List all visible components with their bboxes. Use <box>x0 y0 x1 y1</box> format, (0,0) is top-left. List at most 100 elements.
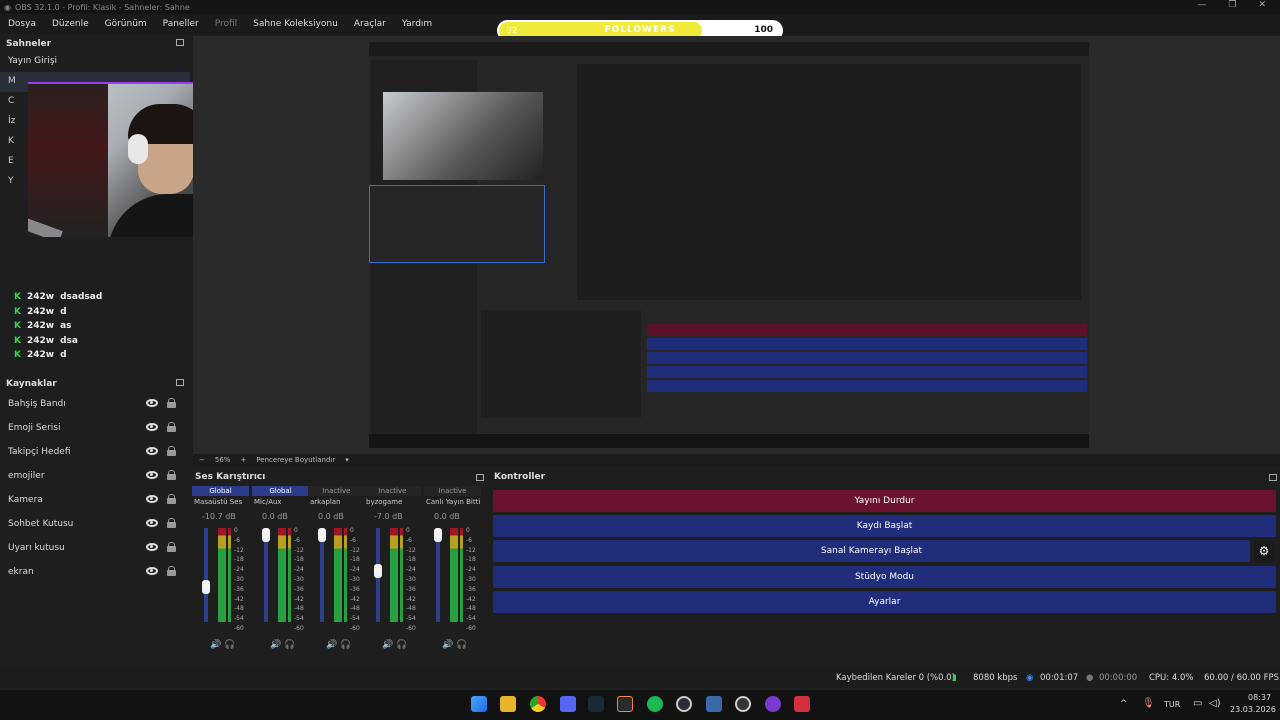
volume-slider[interactable] <box>320 528 324 622</box>
menu-help[interactable]: Yardım <box>402 19 432 29</box>
microphone-icon[interactable]: 🎙 <box>1142 698 1155 709</box>
lock-icon[interactable] <box>167 542 176 552</box>
source-item[interactable]: emojiler <box>0 464 190 488</box>
scene-item[interactable]: Yayın Girişi <box>0 52 190 72</box>
lock-icon[interactable] <box>167 422 176 432</box>
volume-slider-handle[interactable] <box>202 580 210 594</box>
eye-icon[interactable] <box>146 447 158 455</box>
volume-slider[interactable] <box>436 528 440 622</box>
fps: 60.00 / 60.00 FPS <box>1204 673 1280 683</box>
headphones-icon[interactable]: 🎧 <box>340 640 351 650</box>
source-label: Emoji Serisi <box>8 423 61 433</box>
clock-date[interactable]: 23.03.2026 <box>1230 705 1276 714</box>
start-virtual-camera-button[interactable]: Sanal Kamerayı Başlat <box>493 540 1250 562</box>
settings-button[interactable]: Ayarlar <box>493 591 1276 613</box>
discord-icon[interactable] <box>560 696 576 712</box>
chevron-down-icon[interactable]: ▾ <box>345 456 349 464</box>
speaker-icon[interactable]: 🔊 <box>326 640 337 650</box>
lock-icon[interactable] <box>167 398 176 408</box>
undock-icon[interactable] <box>176 39 184 46</box>
eye-icon[interactable] <box>146 567 158 575</box>
meter-tick: -12 <box>406 546 416 554</box>
eye-icon[interactable] <box>146 543 158 551</box>
eye-icon[interactable] <box>146 423 158 431</box>
eye-icon[interactable] <box>146 495 158 503</box>
volume-icon[interactable]: ◁) <box>1209 698 1221 709</box>
fit-window-button[interactable]: Pencereye Boyutlandır <box>256 456 335 464</box>
menu-edit[interactable]: Düzenle <box>52 19 89 29</box>
app-icon[interactable] <box>617 696 633 712</box>
headphones-icon[interactable]: 🎧 <box>456 640 467 650</box>
zoom-out-icon[interactable]: − <box>199 456 205 464</box>
headphones-icon[interactable]: 🎧 <box>284 640 295 650</box>
eye-icon[interactable] <box>146 399 158 407</box>
restore-icon[interactable]: ❐ <box>1228 0 1236 10</box>
speaker-icon[interactable]: 🔊 <box>270 640 281 650</box>
volume-slider[interactable] <box>264 528 268 622</box>
speaker-icon[interactable]: 🔊 <box>382 640 393 650</box>
meter-tick: -48 <box>234 605 244 613</box>
steam-icon[interactable] <box>588 696 604 712</box>
volume-slider-handle[interactable] <box>374 564 382 578</box>
lock-icon[interactable] <box>167 470 176 480</box>
network-icon[interactable]: ▭ <box>1193 698 1202 709</box>
lock-icon[interactable] <box>167 494 176 504</box>
eye-icon[interactable] <box>146 471 158 479</box>
windows-start-icon[interactable] <box>471 696 487 712</box>
app-icon[interactable] <box>735 696 751 712</box>
chevron-up-icon[interactable]: ^ <box>1120 699 1128 709</box>
eye-icon[interactable] <box>146 519 158 527</box>
preview-canvas[interactable] <box>193 36 1280 454</box>
spotify-icon[interactable] <box>647 696 663 712</box>
clock-time[interactable]: 08:37 <box>1248 693 1271 702</box>
menu-scene-collection[interactable]: Sahne Koleksiyonu <box>253 19 338 29</box>
source-item[interactable]: Kamera <box>0 488 190 512</box>
cpu-usage: CPU: 4.0% <box>1149 673 1194 683</box>
menu-file[interactable]: Dosya <box>8 19 36 29</box>
lock-icon[interactable] <box>167 566 176 576</box>
lock-icon[interactable] <box>167 446 176 456</box>
gear-icon[interactable]: ⚙ <box>1254 541 1274 561</box>
level-meter <box>228 528 231 622</box>
obs-icon[interactable] <box>676 696 692 712</box>
channel-name: Masaüstü Ses <box>194 498 243 506</box>
stop-streaming-button[interactable]: Yayını Durdur <box>493 490 1276 512</box>
headphones-icon[interactable]: 🎧 <box>224 640 235 650</box>
studio-mode-button[interactable]: Stüdyo Modu <box>493 566 1276 588</box>
chrome-icon[interactable] <box>530 696 546 712</box>
zoom-in-icon[interactable]: + <box>240 456 246 464</box>
undock-icon[interactable] <box>476 474 484 481</box>
menu-view[interactable]: Görünüm <box>105 19 147 29</box>
file-explorer-icon[interactable] <box>500 696 516 712</box>
app-icon[interactable] <box>765 696 781 712</box>
lock-icon[interactable] <box>167 518 176 528</box>
speaker-icon[interactable]: 🔊 <box>210 640 221 650</box>
minimize-icon[interactable]: — <box>1197 0 1206 10</box>
volume-slider[interactable] <box>204 528 208 622</box>
start-recording-button[interactable]: Kaydı Başlat <box>493 515 1276 537</box>
undock-icon[interactable] <box>1269 474 1277 481</box>
source-item[interactable]: Uyarı kutusu <box>0 536 190 560</box>
channel-name: arkaplan <box>310 498 341 506</box>
source-item[interactable]: Takipçi Hedefi <box>0 440 190 464</box>
app-icon[interactable] <box>794 696 810 712</box>
menu-profile[interactable]: Profil <box>215 19 237 29</box>
volume-slider-handle[interactable] <box>434 528 442 542</box>
close-icon[interactable]: ✕ <box>1258 0 1266 10</box>
menu-docks[interactable]: Paneller <box>163 19 199 29</box>
undock-icon[interactable] <box>176 379 184 386</box>
source-item[interactable]: Emoji Serisi <box>0 416 190 440</box>
speaker-icon[interactable]: 🔊 <box>442 640 453 650</box>
source-item[interactable]: Bahşiş Bandı <box>0 392 190 416</box>
language-indicator[interactable]: TUR <box>1164 700 1180 709</box>
app-icon[interactable] <box>706 696 722 712</box>
nested-taskbar <box>369 434 1089 448</box>
source-item[interactable]: Sohbet Kutusu <box>0 512 190 536</box>
nested-mixer <box>481 310 641 418</box>
volume-slider-handle[interactable] <box>262 528 270 542</box>
meter-tick: 0 <box>350 527 354 534</box>
headphones-icon[interactable]: 🎧 <box>396 640 407 650</box>
source-item[interactable]: ekran <box>0 560 190 584</box>
menu-tools[interactable]: Araçlar <box>354 19 386 29</box>
volume-slider-handle[interactable] <box>318 528 326 542</box>
